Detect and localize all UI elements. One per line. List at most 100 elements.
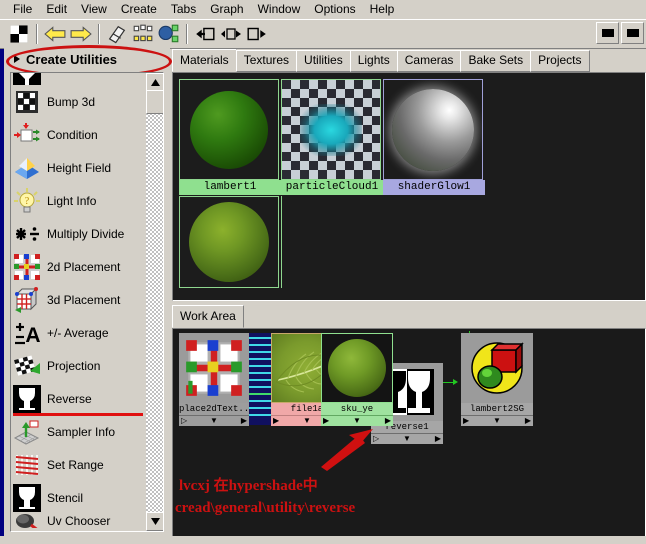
checker-swatch-icon[interactable] [8, 23, 30, 45]
annotation-line-1: lvcxj 在hypershade中 [179, 478, 318, 494]
scroll-down-button[interactable] [146, 512, 163, 531]
node-title: sku_ye [321, 403, 393, 415]
swatch-empty-cell [281, 196, 384, 288]
sidebar-item-2d-placement[interactable]: 2d Placement [11, 250, 163, 283]
sidebar-item-bump-3d[interactable]: Bump 3d [11, 85, 163, 118]
tab-lights[interactable]: Lights [349, 50, 398, 72]
node-footer[interactable]: ▷ ▼ ▶ [371, 433, 443, 444]
red-arrow-annotation [319, 429, 375, 474]
node-input-arrow-icon[interactable]: ▶ [273, 417, 279, 425]
node-output-arrow-icon[interactable]: ▶ [241, 417, 247, 425]
bump3d-icon [13, 88, 41, 116]
create-utilities-label: Create Utilities [26, 51, 118, 67]
sidebar-item-multiply-divide[interactable]: Multiply Divide [11, 217, 163, 250]
tab-bake-sets[interactable]: Bake Sets [460, 50, 532, 72]
sidebar-item-sampler-info[interactable]: Sampler Info [11, 415, 163, 448]
sidebar-item-set-range[interactable]: Set Range [11, 448, 163, 481]
node-skin-ye[interactable]: sku_ye ▶ ▼ ▶ [321, 333, 393, 426]
sidebar-item-reverse[interactable]: Reverse [11, 382, 163, 415]
menu-item-view[interactable]: View [74, 0, 114, 19]
node-footer[interactable]: ▶ ▼ ▶ [321, 415, 393, 426]
sidebar-item-label: Multiply Divide [47, 226, 125, 241]
condition-icon [13, 121, 41, 149]
uvchooser-icon [13, 514, 41, 528]
menu-item-edit[interactable]: Edit [39, 0, 74, 19]
sidebar-item-stencil[interactable]: Stencil [11, 481, 163, 514]
forward-arrow-icon[interactable] [70, 23, 92, 45]
tab-utilities[interactable]: Utilities [296, 50, 351, 72]
node-input-arrow-icon[interactable]: ▶ [463, 417, 469, 425]
node-expand-arrow-icon[interactable]: ▼ [493, 417, 501, 425]
node-title: lambert2SG [461, 403, 533, 415]
input-connections-icon[interactable] [194, 23, 216, 45]
maximize-button[interactable] [621, 22, 644, 44]
tab-projects[interactable]: Projects [530, 50, 590, 72]
hypershade-window: File Edit View Create Tabs Graph Window … [0, 0, 646, 544]
input-output-connections-icon[interactable] [220, 23, 242, 45]
node-lambert2SG[interactable]: lambert2SG ▶ ▼ ▶ [461, 333, 533, 426]
right-column: Materials Textures Utilities Lights Came… [172, 49, 646, 544]
sidebar-item-projection[interactable]: Projection [11, 349, 163, 382]
sidebar-item-label: Stencil [47, 490, 84, 505]
work-area-tab-strip: Work Area [172, 305, 646, 328]
node-footer[interactable]: ▷ ▼ ▶ [179, 415, 249, 426]
projection-icon [13, 352, 41, 380]
node-expand-arrow-icon[interactable]: ▼ [403, 435, 411, 443]
menu-item-tabs[interactable]: Tabs [164, 0, 203, 19]
list-item-partial-top[interactable] [11, 73, 163, 85]
swatch-shaderGlow1[interactable]: shaderGlow1 [383, 79, 485, 195]
sidebar-item-3d-placement[interactable]: 3d Placement [11, 283, 163, 316]
swatch-particleCloud1[interactable]: particleCloud1 [281, 79, 383, 195]
node-expand-arrow-icon[interactable]: ▼ [210, 417, 218, 425]
node-title: place2dText... [179, 403, 249, 415]
status-bar [0, 536, 646, 544]
output-connections-icon[interactable] [246, 23, 268, 45]
material-browser-pane[interactable]: lambert1 particleCloud1 shaderGlow1 [172, 72, 646, 301]
node-input-arrow-icon[interactable]: ▶ [323, 417, 329, 425]
menu-item-window[interactable]: Window [251, 0, 308, 19]
setrange-icon [13, 451, 41, 479]
scrollbar-thumb[interactable] [146, 90, 163, 114]
sidebar-item-condition[interactable]: Condition [11, 118, 163, 151]
plusminusaverage-icon: A [13, 319, 41, 347]
node-thumbnail [321, 333, 393, 403]
tab-work-area[interactable]: Work Area [172, 305, 244, 328]
back-arrow-icon[interactable] [44, 23, 66, 45]
swatch-label: particleCloud1 [281, 180, 383, 195]
sidebar-item-height-field[interactable]: Height Field [11, 151, 163, 184]
node-output-arrow-icon[interactable]: ▶ [385, 417, 391, 425]
swatch-unnamed[interactable] [179, 196, 281, 288]
sidebar-item-average[interactable]: A +/- Average [11, 316, 163, 349]
svg-text:A: A [25, 324, 40, 347]
node-expand-arrow-icon[interactable]: ▼ [353, 417, 361, 425]
swatch-thumbnail [281, 79, 381, 180]
menu-item-file[interactable]: File [6, 0, 39, 19]
minimize-button[interactable] [596, 22, 619, 44]
node-footer[interactable]: ▶ ▼ ▶ [461, 415, 533, 426]
node-output-arrow-icon[interactable]: ▶ [525, 417, 531, 425]
menu-item-options[interactable]: Options [307, 0, 362, 19]
node-expand-arrow-icon[interactable]: ▼ [303, 417, 311, 425]
sidebar-item-uv-chooser[interactable]: Uv Chooser [11, 514, 163, 528]
placement2d-icon [13, 253, 41, 281]
node-place2dTexture[interactable]: place2dText... ▷ ▼ ▶ [179, 333, 249, 426]
sidebar-item-label: Set Range [47, 457, 104, 472]
tab-textures[interactable]: Textures [235, 50, 298, 72]
node-output-arrow-icon[interactable]: ▶ [435, 435, 441, 443]
sidebar-scrollbar[interactable] [146, 73, 163, 531]
tab-materials[interactable]: Materials [172, 49, 237, 72]
swatch-lambert1[interactable]: lambert1 [179, 79, 281, 195]
tab-cameras[interactable]: Cameras [396, 50, 462, 72]
sidebar-item-light-info[interactable]: ? Light Info [11, 184, 163, 217]
menu-item-graph[interactable]: Graph [203, 0, 250, 19]
graph-nodes-icon[interactable] [132, 23, 154, 45]
utilities-list[interactable]: Bump 3d Condition Height Field ? Light I… [10, 72, 164, 532]
particle-cloud-preview [300, 103, 362, 156]
node-graph-canvas[interactable]: place2dText... ▷ ▼ ▶ file1a ▶ ▼ reverse1… [172, 328, 646, 538]
menu-item-create[interactable]: Create [114, 0, 164, 19]
menu-item-help[interactable]: Help [363, 0, 402, 19]
create-utilities-header[interactable]: Create Utilities [4, 45, 172, 78]
network-icon[interactable] [158, 23, 180, 45]
node-input-arrow-icon[interactable]: ▷ [181, 417, 187, 425]
eraser-icon[interactable] [106, 23, 128, 45]
